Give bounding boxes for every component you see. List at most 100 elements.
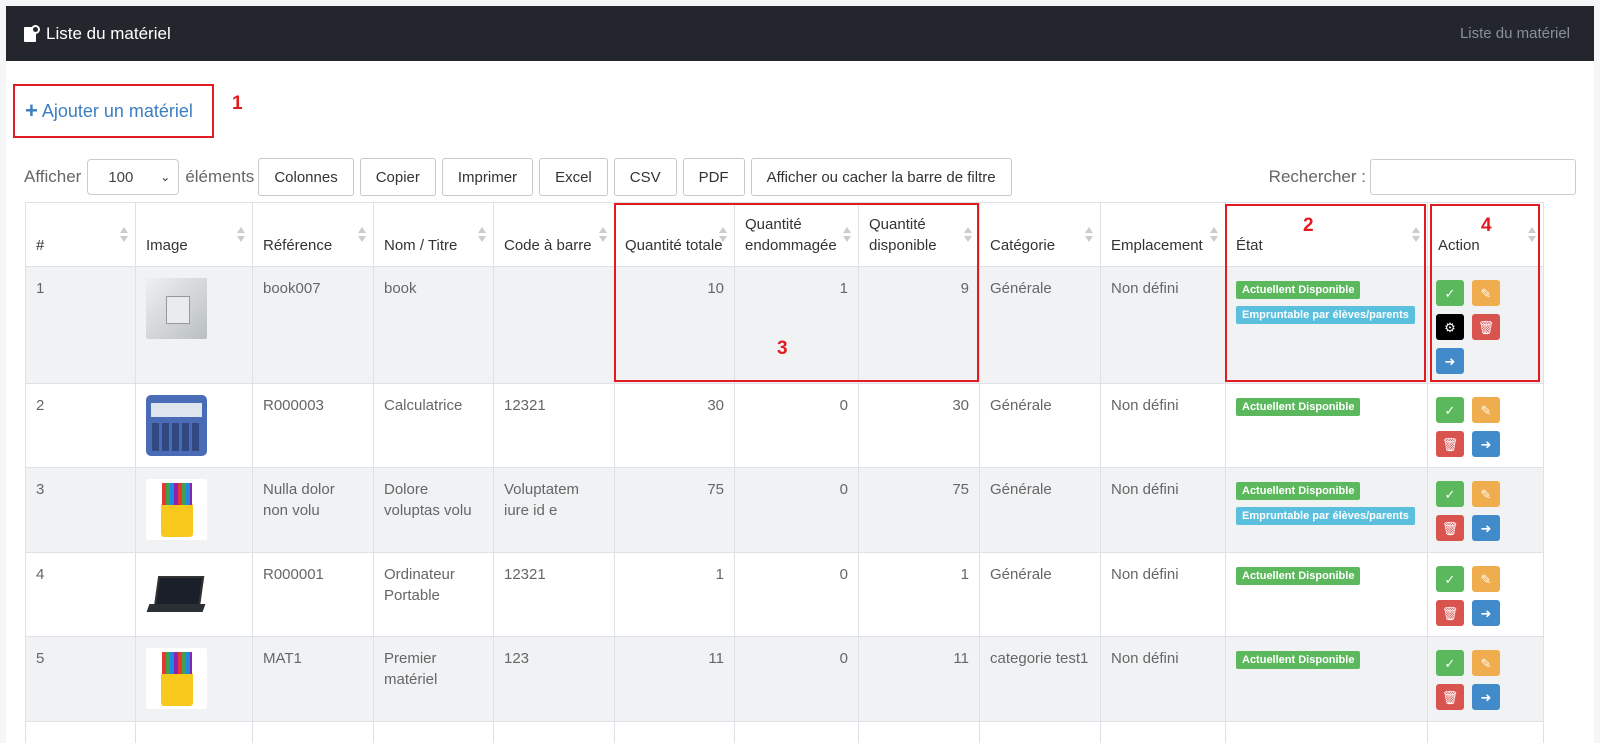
- gear-icon[interactable]: ⚙: [1436, 314, 1464, 340]
- cell-total-quantity: 75: [614, 467, 735, 553]
- add-material-highlight: + Ajouter un matériel: [13, 84, 214, 138]
- add-material-label: Ajouter un matériel: [41, 100, 193, 121]
- column-header-total-quantity[interactable]: Quantité totale: [614, 202, 735, 267]
- sort-icon: [843, 227, 852, 243]
- row-actions: ✓ ✎ 🗑 ➜: [1432, 395, 1516, 463]
- column-header-reference[interactable]: Référence: [252, 202, 374, 267]
- sign-out-icon[interactable]: ➜: [1472, 684, 1500, 710]
- page-length-select[interactable]: 100 ⌄: [87, 159, 180, 195]
- cell-name: Calculatrice: [373, 383, 494, 468]
- cell-barcode: 123: [493, 636, 615, 722]
- column-header-name[interactable]: Nom / Titre: [373, 202, 494, 267]
- trash-icon[interactable]: 🗑: [1436, 600, 1464, 626]
- cell-category: categorie test1: [979, 636, 1101, 722]
- check-icon[interactable]: ✓: [1436, 481, 1464, 507]
- pdf-button[interactable]: PDF: [682, 158, 745, 196]
- row-actions: ✓ ✎ 🗑 ➜: [1432, 564, 1516, 632]
- trash-icon[interactable]: 🗑: [1436, 515, 1464, 541]
- borrowable-badge: Empruntable par élèves/parents: [1236, 507, 1415, 525]
- csv-button[interactable]: CSV: [613, 158, 677, 196]
- search-input[interactable]: [1370, 159, 1576, 195]
- check-icon[interactable]: ✓: [1436, 566, 1464, 592]
- column-header-id[interactable]: #: [25, 202, 136, 267]
- cell-category: Générale: [979, 383, 1101, 468]
- table-row[interactable]: 2 R000003 Calculatrice 12321 30 0 30 Gén…: [25, 383, 1544, 468]
- trash-icon[interactable]: 🗑: [1436, 431, 1464, 457]
- table-row[interactable]: 3 Nulla dolor non volu Dolore voluptas v…: [25, 467, 1544, 553]
- annotation-4: 4: [1481, 215, 1492, 236]
- status-badge: Actuellent Disponible: [1236, 398, 1361, 416]
- cell-name: Ordinateur Portable: [373, 552, 494, 637]
- cell-actions: ✓ ✎ 🗑 ➜: [1427, 552, 1544, 637]
- edit-icon[interactable]: ✎: [1472, 566, 1500, 592]
- cell-reference: book007: [252, 266, 374, 384]
- cell-location: Non défini: [1100, 467, 1226, 553]
- page-length-value: 100: [108, 168, 134, 186]
- page-title: Liste du matériel: [24, 24, 171, 44]
- cell-location: Non défini: [1100, 266, 1226, 384]
- column-header-location[interactable]: Emplacement: [1100, 202, 1226, 267]
- search-label: Rechercher :: [1268, 167, 1366, 186]
- book-user-icon: [24, 25, 40, 42]
- cell-status: Actuellent Disponible Empruntable par él…: [1225, 467, 1428, 553]
- columns-button[interactable]: Colonnes: [258, 158, 354, 196]
- materials-table: # Image Référence Nom / Titre Code à bar…: [25, 202, 1544, 743]
- table-row[interactable]: 4 R000001 Ordinateur Portable 12321 1 0 …: [25, 552, 1544, 637]
- cell-image: [135, 636, 253, 722]
- cell-image: [135, 266, 253, 384]
- cell-location: Non défini: [1100, 383, 1226, 468]
- sort-icon: [719, 227, 728, 243]
- sort-icon: [964, 227, 973, 243]
- status-badge: Actuellent Disponible: [1236, 482, 1361, 500]
- copy-button[interactable]: Copier: [359, 158, 436, 196]
- column-header-image[interactable]: Image: [135, 202, 253, 267]
- edit-icon[interactable]: ✎: [1472, 397, 1500, 423]
- pens-image[interactable]: [146, 479, 207, 540]
- table-row[interactable]: 1 book007 book 10 1 9 Générale Non défin…: [25, 266, 1544, 384]
- cell-name: book: [373, 266, 494, 384]
- column-header-damaged-quantity[interactable]: Quantité endommagée: [734, 202, 859, 267]
- column-header-category[interactable]: Catégorie: [979, 202, 1101, 267]
- search-box: Rechercher :: [1269, 159, 1576, 195]
- calculator-image[interactable]: [146, 395, 207, 456]
- sign-out-icon[interactable]: ➜: [1472, 431, 1500, 457]
- top-bar: Liste du matériel Liste du matériel: [6, 6, 1594, 61]
- column-header-available-quantity[interactable]: Quantité disponible: [858, 202, 980, 267]
- edit-icon[interactable]: ✎: [1472, 280, 1500, 306]
- column-header-status[interactable]: État: [1225, 202, 1428, 267]
- table-row[interactable]: 5 MAT1 Premier matériel 123 11 0 11 cate…: [25, 636, 1544, 722]
- length-prefix: Afficher: [24, 167, 82, 186]
- check-icon[interactable]: ✓: [1436, 397, 1464, 423]
- add-material-button[interactable]: + Ajouter un matériel: [25, 100, 193, 122]
- column-header-barcode[interactable]: Code à barre: [493, 202, 615, 267]
- edit-icon[interactable]: ✎: [1472, 650, 1500, 676]
- check-icon[interactable]: ✓: [1436, 650, 1464, 676]
- table-toolbar: Afficher 100 ⌄ éléments Colonnes Copier …: [24, 157, 1576, 197]
- trash-icon[interactable]: 🗑: [1436, 684, 1464, 710]
- cell-total-quantity: 10: [614, 266, 735, 384]
- laptop-image[interactable]: [146, 564, 207, 625]
- cell-barcode: 12321: [493, 383, 615, 468]
- sign-out-icon[interactable]: ➜: [1472, 515, 1500, 541]
- edit-icon[interactable]: ✎: [1472, 481, 1500, 507]
- sign-out-icon[interactable]: ➜: [1472, 600, 1500, 626]
- sign-out-icon[interactable]: ➜: [1436, 348, 1464, 374]
- cell-name: Dolore voluptas volu: [373, 467, 494, 553]
- cell-category: Générale: [979, 467, 1101, 553]
- book-image[interactable]: [146, 278, 207, 339]
- cell-status: Actuellent Disponible: [1225, 383, 1428, 468]
- cell-total-quantity: 1: [614, 552, 735, 637]
- excel-button[interactable]: Excel: [539, 158, 608, 196]
- row-actions: ✓ ✎ 🗑 ➜: [1432, 648, 1516, 716]
- sort-icon: [120, 227, 129, 243]
- trash-icon[interactable]: 🗑: [1472, 314, 1500, 340]
- toggle-filter-bar-button[interactable]: Afficher ou cacher la barre de filtre: [750, 158, 1012, 196]
- cell-location: Non défini: [1100, 636, 1226, 722]
- pens-image[interactable]: [146, 648, 207, 709]
- row-actions: ✓ ✎ 🗑 ➜: [1432, 479, 1516, 547]
- print-button[interactable]: Imprimer: [441, 158, 534, 196]
- cell-id: 3: [25, 467, 136, 553]
- cell-available-quantity: 11: [858, 636, 980, 722]
- cell-status: Actuellent Disponible: [1225, 636, 1428, 722]
- check-icon[interactable]: ✓: [1436, 280, 1464, 306]
